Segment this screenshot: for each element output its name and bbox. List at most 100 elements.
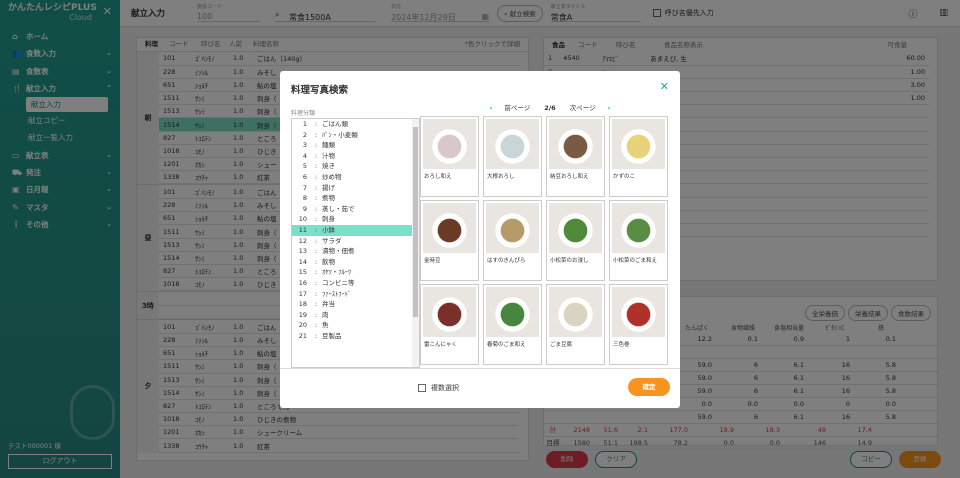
category-sep: :: [314, 310, 318, 319]
category-box[interactable]: 1: ごはん類 2: ﾊﾟﾝ・小麦類 3: 麺類 4: 汁物 5: 焼き 6: 炒め物 7: 揚げ 8: 煮物…: [291, 118, 420, 368]
dish-name: ごま豆腐: [550, 342, 573, 348]
category-name: 漬物・佃煮: [322, 247, 355, 256]
category-no: 4: [302, 151, 307, 160]
dish-photo: [612, 119, 665, 169]
category-sep: :: [314, 225, 318, 234]
category-sep: :: [314, 183, 318, 192]
category-sep: :: [314, 120, 318, 128]
category-item[interactable]: 8: 煮物: [292, 193, 419, 204]
close-icon[interactable]: ✕: [660, 80, 669, 93]
dish-grid: おろし和え 大根おろし 納豆おろし和え かずのこ金時豆 はすのきんぴら 小松菜のお浸し 小松…: [420, 116, 670, 368]
dish-card[interactable]: 春菊のごま和え: [483, 284, 542, 365]
category-item[interactable]: 4: 汁物: [292, 151, 419, 162]
category-name: 蒸し・茹で: [322, 204, 355, 213]
dish-photo: [612, 203, 665, 253]
category-sep: :: [314, 247, 318, 256]
category-no: 1: [302, 120, 307, 128]
category-sep: :: [314, 172, 318, 181]
dish-photo: [549, 119, 602, 169]
category-sep: :: [314, 215, 318, 224]
category-item[interactable]: 3: 麺類: [292, 140, 419, 151]
category-name: 煮物: [322, 194, 335, 203]
category-name: 魚: [322, 321, 329, 330]
category-no: 12: [298, 236, 307, 245]
dish-card[interactable]: はすのきんぴら: [483, 200, 542, 281]
category-item[interactable]: 18: 弁当: [292, 299, 419, 310]
category-scrollbar[interactable]: [412, 119, 419, 367]
dish-photo: [549, 203, 602, 253]
category-sep: :: [314, 300, 318, 309]
dish-card[interactable]: 雷こんにゃく: [420, 284, 479, 365]
category-rows: 1: ごはん類 2: ﾊﾟﾝ・小麦類 3: 麺類 4: 汁物 5: 焼き 6: 炒め物 7: 揚げ 8: 煮物…: [292, 119, 419, 341]
dish-card[interactable]: 納豆おろし和え: [546, 116, 605, 197]
category-no: 10: [298, 215, 307, 224]
dish-photo: [612, 287, 665, 337]
category-item[interactable]: 2: ﾊﾟﾝ・小麦類: [292, 130, 419, 141]
category-name: 弁当: [322, 300, 335, 309]
dish-card[interactable]: ごま豆腐: [546, 284, 605, 365]
multi-select-checkbox[interactable]: 複数選択: [418, 383, 459, 393]
pager: ‹ 前ページ 2/6 次ページ ›: [420, 102, 680, 112]
category-item[interactable]: 1: ごはん類: [292, 119, 419, 130]
category-no: 11: [298, 225, 307, 234]
prev-page-link[interactable]: 前ページ: [504, 104, 530, 112]
photo-search-dialog: 料理写真検索 ✕ 料理分類 1: ごはん類 2: ﾊﾟﾝ・小麦類 3: 麺類 4: 汁物 5: 焼…: [280, 71, 680, 408]
category-item[interactable]: 11: 小鉢: [292, 224, 419, 236]
category-item[interactable]: 5: 焼き: [292, 161, 419, 172]
category-item[interactable]: 7: 揚げ: [292, 183, 419, 194]
dish-name: 納豆おろし和え: [550, 174, 589, 180]
category-no: 21: [298, 331, 307, 340]
category-sep: :: [314, 194, 318, 203]
category-name: 小鉢: [322, 225, 335, 234]
category-name: 麺類: [322, 141, 335, 150]
category-sep: :: [314, 236, 318, 245]
category-item[interactable]: 21: 豆製品: [292, 331, 419, 342]
dish-card[interactable]: 金時豆: [420, 200, 479, 281]
dish-card[interactable]: かずのこ: [609, 116, 668, 197]
dish-card[interactable]: 小松菜のごま和え: [609, 200, 668, 281]
dialog-title: 料理写真検索: [291, 85, 349, 96]
multi-select-label: 複数選択: [431, 384, 459, 392]
category-item[interactable]: 17: ﾌｧｰｽﾄﾌｰﾄﾞ: [292, 289, 419, 300]
category-item[interactable]: 9: 蒸し・茹で: [292, 204, 419, 215]
category-no: 16: [298, 278, 307, 287]
category-item[interactable]: 14: 飲物: [292, 257, 419, 268]
category-name: ﾊﾟﾝ・小麦類: [322, 130, 358, 139]
dish-name: 春菊のごま和え: [487, 342, 526, 348]
category-item[interactable]: 16: コンビニ等: [292, 278, 419, 289]
dish-card[interactable]: 小松菜のお浸し: [546, 200, 605, 281]
category-item[interactable]: 13: 漬物・佃煮: [292, 246, 419, 257]
category-sep: :: [314, 278, 318, 287]
category-item[interactable]: 15: ｵﾔﾂ・ﾌﾙｰﾂ: [292, 267, 419, 278]
dialog-footer: 複数選択 確定: [280, 368, 680, 408]
category-sep: :: [314, 289, 318, 298]
dish-name: 金時豆: [424, 258, 441, 264]
category-sep: :: [314, 204, 318, 213]
next-page-icon[interactable]: ›: [608, 104, 611, 112]
category-name: 汁物: [322, 151, 335, 160]
category-sep: :: [314, 257, 318, 266]
page-indicator: 2/6: [544, 104, 556, 112]
category-item[interactable]: 6: 炒め物: [292, 172, 419, 183]
category-name: ﾌｧｰｽﾄﾌｰﾄﾞ: [322, 289, 352, 298]
dish-card[interactable]: おろし和え: [420, 116, 479, 197]
dish-card[interactable]: 大根おろし: [483, 116, 542, 197]
confirm-button[interactable]: 確定: [628, 378, 670, 396]
dish-photo: [486, 203, 539, 253]
prev-page-icon[interactable]: ‹: [490, 104, 493, 112]
dish-card[interactable]: 三色巻: [609, 284, 668, 365]
category-item[interactable]: 20: 魚: [292, 320, 419, 331]
category-sep: :: [314, 268, 318, 277]
category-item[interactable]: 19: 肉: [292, 310, 419, 321]
category-no: 3: [302, 141, 307, 150]
next-page-link[interactable]: 次ページ: [570, 104, 596, 112]
dish-name: 小松菜のごま和え: [613, 258, 658, 264]
category-no: 7: [302, 183, 307, 192]
category-sep: :: [314, 162, 318, 171]
dish-photo: [423, 287, 476, 337]
category-name: 刺身: [322, 215, 335, 224]
category-item[interactable]: 10: 刺身: [292, 214, 419, 225]
category-item[interactable]: 12: サラダ: [292, 236, 419, 247]
dish-name: 三色巻: [613, 342, 630, 348]
category-no: 2: [302, 130, 307, 139]
